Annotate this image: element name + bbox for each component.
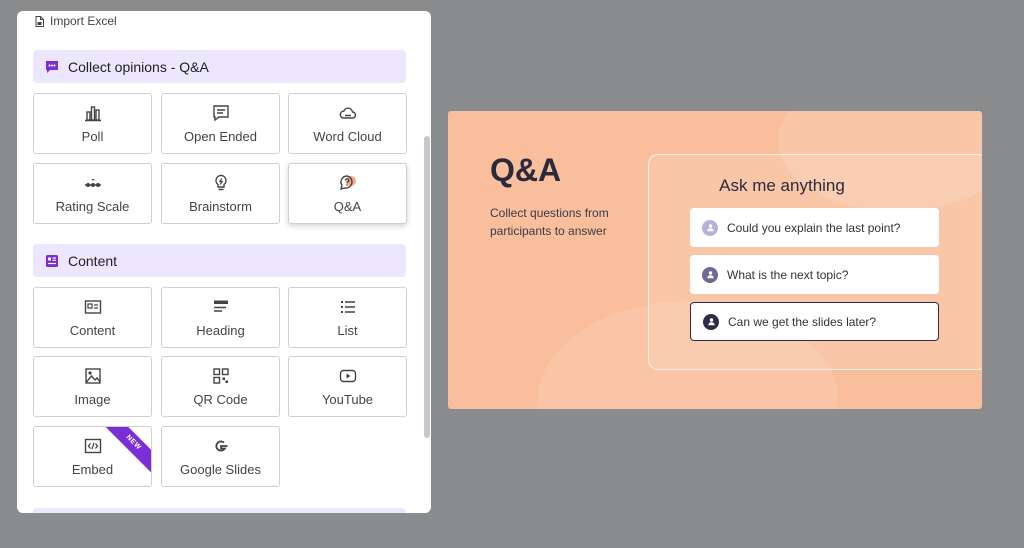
- user-icon: [707, 318, 715, 326]
- message-lines-icon: [212, 104, 229, 121]
- file-icon: [35, 15, 44, 27]
- question-text: Could you explain the last point?: [727, 220, 901, 235]
- tile-label: Google Slides: [180, 461, 261, 477]
- cloud-icon: [339, 107, 356, 119]
- question-item: Can we get the slides later?: [690, 302, 939, 341]
- comment-dots-icon: [45, 60, 59, 74]
- question-type-panel: Import Excel Collect opinions - Q&A Poll…: [17, 11, 431, 513]
- section-content: Content: [33, 244, 406, 277]
- tile-label: List: [337, 322, 358, 338]
- tile-label: Image: [74, 391, 111, 407]
- tile-label: YouTube: [321, 391, 374, 407]
- google-icon: [214, 440, 227, 451]
- content-block-icon: [45, 254, 59, 268]
- import-excel-label: Import Excel: [50, 14, 117, 28]
- heading-lines-icon: [213, 300, 228, 312]
- question-bubble-icon: [339, 174, 356, 190]
- tile-label: QR Code: [193, 391, 248, 407]
- tile-label: Rating Scale: [55, 198, 130, 214]
- question-item: What is the next topic?: [690, 255, 939, 294]
- next-section-header: [33, 508, 406, 513]
- avatar: [702, 219, 718, 236]
- tile-youtube[interactable]: YouTube: [288, 356, 407, 417]
- tile-qr-code[interactable]: QR Code: [161, 356, 280, 417]
- user-icon: [706, 224, 714, 232]
- tile-poll[interactable]: Poll: [33, 93, 152, 154]
- tile-open-ended[interactable]: Open Ended: [161, 93, 280, 154]
- tile-brainstorm[interactable]: Brainstorm: [161, 163, 280, 224]
- section-collect-opinions: Collect opinions - Q&A: [33, 50, 406, 83]
- tile-label: Q&A: [333, 198, 362, 214]
- id-card-icon: [84, 299, 101, 314]
- tile-label: Word Cloud: [313, 128, 382, 144]
- tile-qa[interactable]: Q&A: [288, 163, 407, 224]
- tile-content[interactable]: Content: [33, 287, 152, 348]
- code-icon: [84, 438, 101, 453]
- slider-scale-icon: [84, 178, 101, 187]
- tile-label: Heading: [196, 322, 245, 338]
- bar-chart-icon: [84, 105, 101, 121]
- tile-label: Open Ended: [183, 128, 257, 144]
- tile-label: Content: [69, 322, 116, 338]
- qr-code-icon: [212, 367, 229, 384]
- slide-subtitle: Collect questions from participants to a…: [490, 206, 609, 238]
- user-icon: [706, 271, 714, 279]
- qa-card: Ask me anything Could you explain the la…: [648, 154, 982, 370]
- section-title: Content: [68, 252, 118, 269]
- section-title: Collect opinions - Q&A: [68, 58, 209, 75]
- slide-preview: Q&A Collect questions from participants …: [448, 111, 982, 409]
- tile-label: Embed: [71, 461, 114, 477]
- lightbulb-icon: [214, 174, 227, 190]
- question-text: What is the next topic?: [727, 267, 849, 282]
- qa-card-heading: Ask me anything: [719, 176, 845, 195]
- tile-label: Brainstorm: [189, 198, 252, 214]
- tile-image[interactable]: Image: [33, 356, 152, 417]
- tile-embed[interactable]: NEW Embed: [33, 426, 152, 487]
- panel-scrollbar[interactable]: [424, 136, 430, 438]
- youtube-icon: [339, 369, 356, 382]
- import-excel-link[interactable]: Import Excel: [35, 14, 117, 28]
- tile-label: Poll: [81, 128, 104, 144]
- tile-google-slides[interactable]: Google Slides: [161, 426, 280, 487]
- image-icon: [84, 367, 101, 384]
- question-text: Can we get the slides later?: [728, 314, 877, 329]
- avatar: [702, 266, 718, 283]
- question-item: Could you explain the last point?: [690, 208, 939, 247]
- list-icon: [340, 300, 355, 313]
- tile-rating-scale[interactable]: Rating Scale: [33, 163, 152, 224]
- tile-list[interactable]: List: [288, 287, 407, 348]
- avatar: [703, 313, 719, 330]
- tile-heading[interactable]: Heading: [161, 287, 280, 348]
- slide-title: Q&A: [490, 152, 562, 188]
- tile-word-cloud[interactable]: Word Cloud: [288, 93, 407, 154]
